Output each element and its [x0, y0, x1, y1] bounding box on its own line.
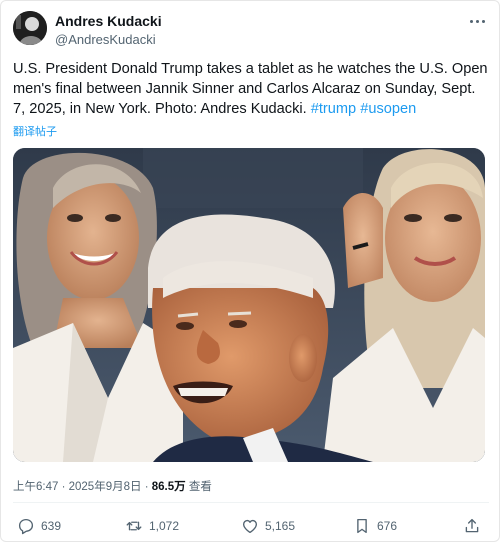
reply-button[interactable]: 639: [17, 513, 61, 539]
reply-count: 639: [41, 519, 62, 533]
repost-count: 1,072: [149, 519, 180, 533]
tweet-card: Andres Kudacki @AndresKudacki U.S. Presi…: [0, 0, 500, 542]
tweet-text: U.S. President Donald Trump takes a tabl…: [13, 59, 491, 119]
more-options-icon[interactable]: [467, 13, 487, 29]
tweet-time[interactable]: 上午6:47: [13, 481, 58, 493]
photo-image: [13, 148, 485, 462]
meta-separator: ·: [58, 481, 69, 493]
tweet-meta: 上午6:47 · 2025年9月8日 · 86.5万 查看: [13, 478, 212, 494]
bookmark-button[interactable]: 676: [353, 513, 397, 539]
heart-icon: [243, 519, 257, 534]
tweet-date[interactable]: 2025年9月8日: [69, 481, 142, 493]
author-handle[interactable]: @AndresKudacki: [55, 31, 162, 48]
share-icon: [465, 518, 479, 533]
like-count: 5,165: [265, 519, 296, 533]
tweet-photo[interactable]: [13, 148, 485, 462]
share-button[interactable]: [463, 513, 481, 539]
repost-button[interactable]: 1,072: [125, 513, 179, 539]
hashtag-trump[interactable]: #trump: [311, 101, 356, 117]
like-button[interactable]: 5,165: [241, 513, 295, 539]
meta-separator-2: ·: [141, 481, 152, 493]
author-display-name[interactable]: Andres Kudacki: [55, 13, 162, 30]
tweet-body: U.S. President Donald Trump takes a tabl…: [13, 61, 488, 117]
avatar-image: [13, 11, 47, 45]
reply-icon: [18, 518, 34, 535]
bookmark-count: 676: [377, 519, 398, 533]
bookmark-icon: [357, 518, 367, 534]
tweet-header: Andres Kudacki @AndresKudacki: [13, 11, 489, 51]
author-names: Andres Kudacki @AndresKudacki: [55, 13, 162, 48]
views-count: 86.5万: [151, 481, 186, 493]
views-label: 查看: [188, 481, 212, 493]
hashtag-usopen[interactable]: #usopen: [360, 101, 416, 117]
translate-post-link[interactable]: 翻译帖子: [13, 123, 57, 139]
divider: [13, 502, 489, 503]
avatar[interactable]: [13, 11, 47, 45]
action-bar: 639 1,072 5,165 676: [13, 513, 489, 539]
repost-icon: [126, 521, 142, 531]
